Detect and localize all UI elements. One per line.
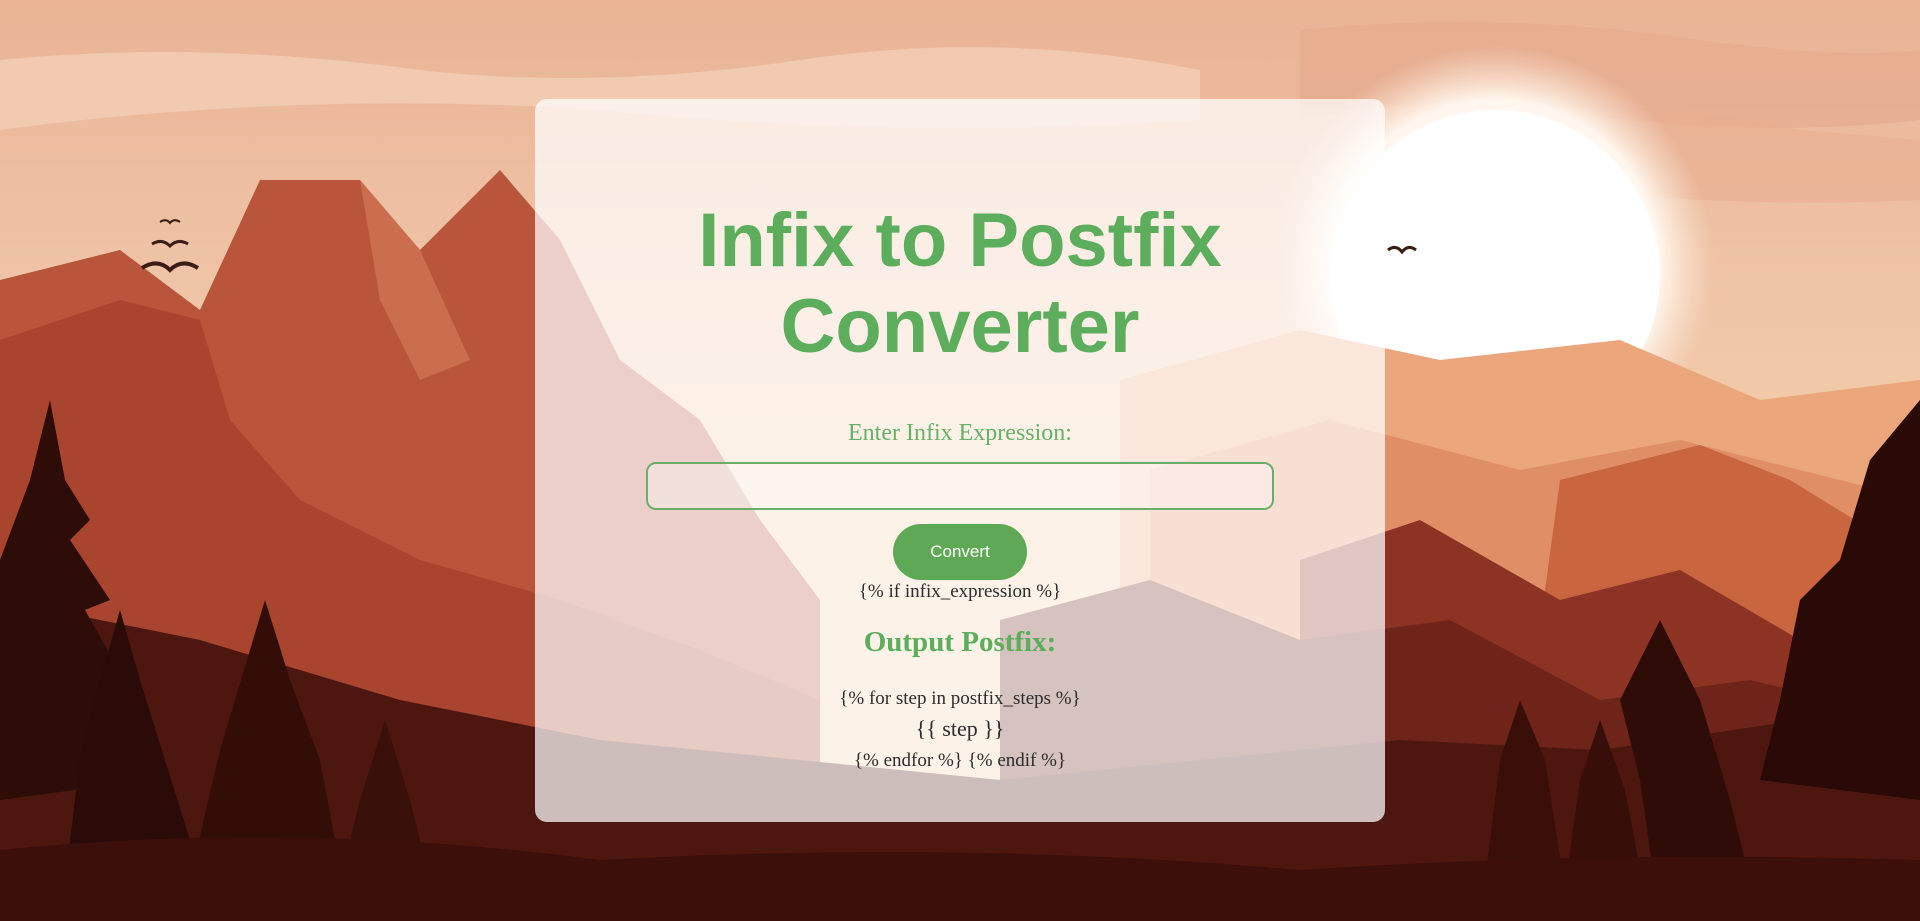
output-postfix-heading: Output Postfix: [863, 626, 1057, 658]
page-title: Infix to Postfix Converter [660, 198, 1260, 370]
template-end-line: {% endfor %} {% endif %} [853, 750, 1067, 771]
template-step-line: {{ step }} [915, 716, 1005, 741]
page-title-line1: Infix to Postfix [698, 198, 1222, 283]
convert-button[interactable]: Convert [893, 524, 1027, 580]
template-for-line: {% for step in postfix_steps %} [839, 688, 1081, 709]
template-if-line: {% if infix_expression %} [858, 581, 1062, 602]
infix-expression-input[interactable] [646, 462, 1274, 510]
page-title-line2: Converter [780, 284, 1140, 369]
infix-input-label: Enter Infix Expression: [848, 420, 1072, 446]
